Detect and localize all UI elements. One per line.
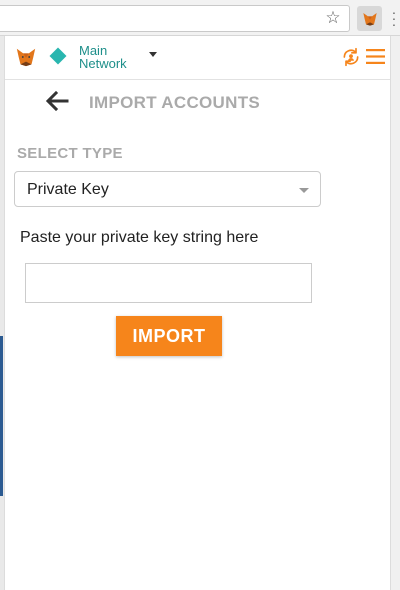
network-selector[interactable]: Main Network [79, 44, 127, 70]
star-icon[interactable]: ☆ [324, 9, 342, 27]
app-header: Main Network [5, 36, 390, 80]
selected-type: Private Key [27, 181, 109, 198]
background-page-right [391, 36, 400, 590]
vertical-dots-icon[interactable]: · · · [391, 5, 397, 31]
account-type-select[interactable]: Private Key [14, 171, 321, 207]
address-bar[interactable] [0, 5, 350, 32]
chevron-down-icon[interactable] [149, 52, 157, 57]
network-name-line2: Network [79, 56, 127, 71]
browser-toolbar: ☆ · · · [0, 0, 400, 36]
arrow-left-icon[interactable] [45, 91, 69, 111]
network-status-icon[interactable] [49, 47, 67, 65]
sync-icon[interactable] [341, 47, 361, 67]
paste-key-label: Paste your private key string here [20, 229, 259, 246]
metamask-popup: Main Network IMPORT ACCOUNTS SELECT TYPE… [4, 36, 391, 590]
page-title: IMPORT ACCOUNTS [89, 93, 261, 112]
metamask-extension-button[interactable] [357, 6, 382, 31]
import-button[interactable]: IMPORT [116, 316, 222, 356]
hamburger-menu-icon[interactable] [366, 48, 385, 65]
private-key-input[interactable] [25, 263, 312, 303]
metamask-fox-icon [362, 12, 377, 26]
chevron-down-icon [299, 188, 309, 193]
metamask-fox-icon[interactable] [15, 46, 37, 68]
select-type-label: SELECT TYPE [17, 145, 123, 162]
